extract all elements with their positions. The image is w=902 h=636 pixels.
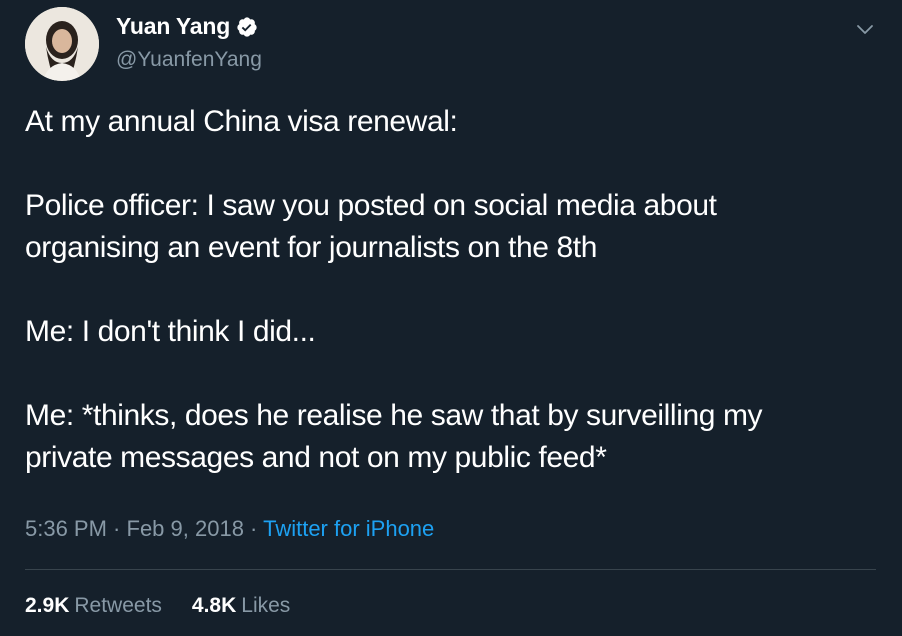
engagement-stats: 2.9K Retweets 4.8K Likes [25,594,290,618]
chevron-down-icon[interactable] [854,18,876,40]
meta-separator: · [106,516,127,541]
author-handle[interactable]: @YuanfenYang [116,48,262,72]
verified-badge-icon [236,16,258,38]
avatar[interactable] [25,7,99,81]
tweet-body: At my annual China visa renewal: Police … [25,101,875,479]
meta-separator: · [243,516,264,541]
tweet-source-link[interactable]: Twitter for iPhone [263,516,434,541]
tweet-paragraph: At my annual China visa renewal: [25,105,458,138]
tweet-card: Yuan Yang @YuanfenYang At my annual Chin… [0,0,902,636]
display-name[interactable]: Yuan Yang [116,13,230,40]
tweet-date[interactable]: Feb 9, 2018 [127,516,244,541]
tweet-time[interactable]: 5:36 PM [25,516,107,541]
author-name-row[interactable]: Yuan Yang [116,13,258,40]
divider [25,569,876,570]
likes-stat[interactable]: 4.8K Likes [192,594,290,618]
likes-label: Likes [241,594,291,617]
likes-count: 4.8K [191,594,237,617]
profile-photo-icon [25,7,99,81]
retweets-label: Retweets [74,594,162,617]
tweet-metadata: 5:36 PM · Feb 9, 2018 · Twitter for iPho… [25,516,434,542]
tweet-paragraph: Police officer: I saw you posted on soci… [25,189,717,264]
tweet-paragraph: Me: I don't think I did... [25,315,316,348]
retweets-stat[interactable]: 2.9K Retweets [25,594,162,618]
tweet-paragraph: Me: *thinks, does he realise he saw that… [25,399,763,474]
retweets-count: 2.9K [25,594,70,617]
